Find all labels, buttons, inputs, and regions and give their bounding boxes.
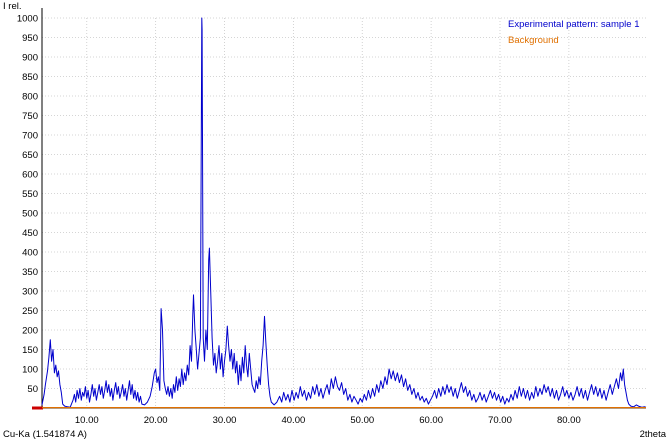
- y-tick-label: 750: [22, 111, 38, 122]
- x-axis-ticks: 10.00 20.00 30.00 40.00 50.00 60.00 70.00 80.00: [75, 415, 581, 426]
- legend: Experimental pattern: sample 1 Backgroun…: [508, 19, 639, 46]
- y-tick-label: 650: [22, 150, 38, 161]
- y-tick-label: 450: [22, 228, 38, 239]
- x-tick-label: 10.00: [75, 415, 99, 426]
- y-axis-ticks: 50 100 150 200 250 300 350 400 450 500 550 600 650 70…: [17, 14, 38, 396]
- y-tick-label: 900: [22, 53, 38, 64]
- y-tick-label: 950: [22, 33, 38, 44]
- y-tick-label: 600: [22, 170, 38, 181]
- y-tick-label: 800: [22, 92, 38, 103]
- xrd-chart: 50 100 150 200 250 300 350 400 450 500 550 600 650 70…: [3, 1, 667, 440]
- x-tick-label: 60.00: [419, 415, 443, 426]
- y-tick-label: 550: [22, 189, 38, 200]
- y-tick-label: 850: [22, 72, 38, 83]
- x-tick-label: 70.00: [488, 415, 512, 426]
- y-axis-label: I rel.: [3, 1, 21, 12]
- x-axis-label: 2theta: [640, 429, 667, 440]
- grid-lines: [42, 17, 646, 408]
- y-tick-label: 250: [22, 306, 38, 317]
- y-tick-label: 200: [22, 326, 38, 337]
- y-tick-label: 50: [27, 384, 38, 395]
- y-tick-label: 300: [22, 287, 38, 298]
- y-tick-label: 500: [22, 209, 38, 220]
- y-tick-label: 1000: [17, 14, 38, 25]
- y-tick-label: 700: [22, 131, 38, 142]
- radiation-label: Cu-Ka (1.541874 A): [3, 429, 87, 440]
- y-tick-label: 100: [22, 365, 38, 376]
- axes: [32, 8, 646, 410]
- y-tick-label: 400: [22, 248, 38, 259]
- x-tick-label: 20.00: [144, 415, 168, 426]
- x-tick-label: 50.00: [350, 415, 374, 426]
- legend-entry-background: Background: [508, 35, 559, 46]
- x-tick-label: 40.00: [281, 415, 305, 426]
- legend-entry-experimental: Experimental pattern: sample 1: [508, 19, 639, 30]
- y-tick-label: 350: [22, 267, 38, 278]
- y-tick-label: 150: [22, 345, 38, 356]
- x-tick-label: 30.00: [213, 415, 237, 426]
- x-tick-label: 80.00: [557, 415, 581, 426]
